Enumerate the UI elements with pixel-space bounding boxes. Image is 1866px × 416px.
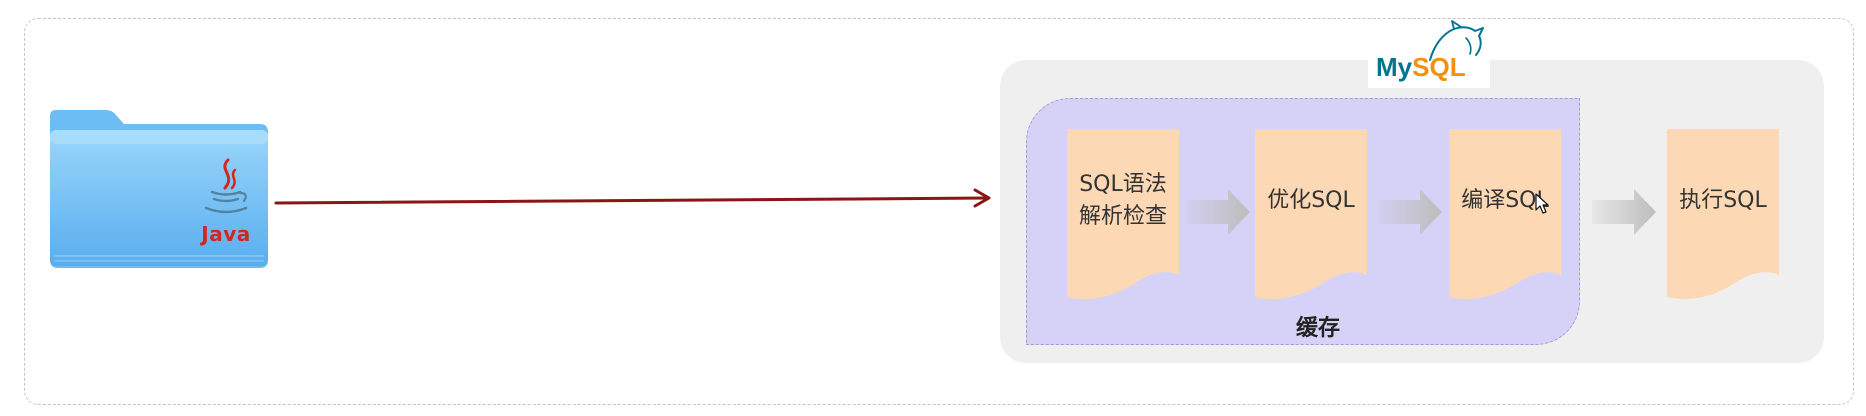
step-label-line: 执行SQL — [1679, 188, 1767, 213]
block-arrow-right-icon — [1186, 189, 1250, 235]
mysql-logo-sql: SQL — [1412, 52, 1466, 82]
step-label-line: 解析检查 — [1078, 204, 1167, 229]
step-label: 优化SQL — [1255, 159, 1367, 243]
mouse-pointer-icon — [1535, 193, 1551, 215]
step-optimize: 优化SQL — [1255, 129, 1367, 303]
java-label: Java — [201, 222, 251, 246]
step-compile: 编译SQL — [1449, 129, 1561, 303]
step-label: 执行SQL — [1667, 159, 1779, 243]
block-arrow-right-icon — [1592, 189, 1656, 235]
mysql-logo: MySQL — [1376, 52, 1466, 82]
arrow-right-icon — [270, 188, 996, 212]
step-execute: 执行SQL — [1667, 129, 1779, 303]
step-label: SQL语法 解析检查 — [1067, 159, 1179, 243]
step-label-line: 优化SQL — [1267, 188, 1355, 213]
java-cup-icon — [198, 158, 254, 220]
step-syntax-check: SQL语法 解析检查 — [1067, 129, 1179, 303]
block-arrow-right-icon — [1378, 189, 1442, 235]
mysql-logo-my: My — [1376, 52, 1413, 82]
cache-label: 缓存 — [1295, 316, 1340, 341]
step-label-line: SQL语法 — [1079, 172, 1167, 197]
